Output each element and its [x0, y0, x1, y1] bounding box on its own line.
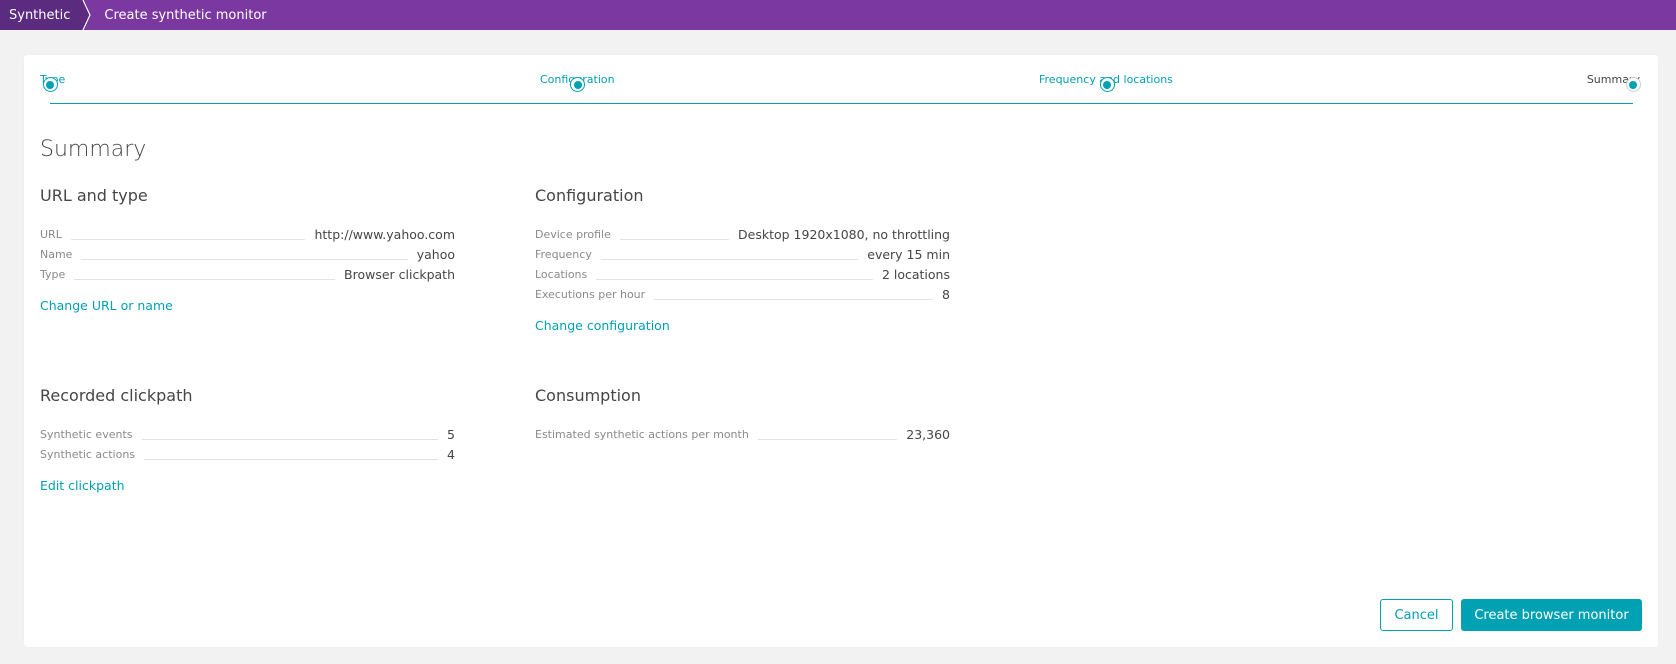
kv-leader-line	[81, 259, 408, 260]
kv-label: Executions per hour	[535, 288, 646, 301]
kv-value: 4	[447, 447, 455, 462]
step-dot-type[interactable]	[42, 77, 58, 92]
section-title: Consumption	[535, 386, 641, 405]
top-navigation-bar: Synthetic Create synthetic monitor	[0, 0, 1676, 30]
kv-leader-line	[141, 439, 439, 440]
kv-label: Type	[40, 268, 66, 281]
step-dot-fill	[1629, 80, 1637, 89]
kv-label: Name	[40, 248, 73, 261]
kv-row-device-profile: Device profile Desktop 1920x1080, no thr…	[535, 225, 950, 245]
kv-value: 23,360	[906, 427, 950, 442]
kv-row-synthetic-actions: Synthetic actions 4	[40, 445, 455, 465]
kv-row-locations: Locations 2 locations	[535, 265, 950, 285]
breadcrumb-synthetic[interactable]: Synthetic	[0, 0, 92, 30]
kv-value: every 15 min	[867, 247, 950, 262]
cancel-button[interactable]: Cancel	[1380, 599, 1453, 631]
kv-value: Browser clickpath	[344, 267, 455, 282]
kv-leader-line	[757, 439, 898, 440]
kv-leader-line	[600, 259, 859, 260]
kv-label: Synthetic actions	[40, 448, 136, 461]
breadcrumb-chevron-icon	[77, 0, 92, 30]
kv-label: Synthetic events	[40, 428, 133, 441]
kv-row-synthetic-events: Synthetic events 5	[40, 425, 455, 445]
kv-row-url: URL http://www.yahoo.com	[40, 225, 455, 245]
kv-row-type: Type Browser clickpath	[40, 265, 455, 285]
kv-row-executions-per-hour: Executions per hour 8	[535, 285, 950, 305]
step-dot-frequency-locations[interactable]	[1099, 77, 1115, 92]
kv-label: URL	[40, 228, 62, 241]
kv-leader-line	[70, 239, 306, 240]
kv-leader-line	[654, 299, 934, 300]
kv-value: http://www.yahoo.com	[314, 227, 455, 242]
kv-leader-line	[144, 459, 439, 460]
kv-row-frequency: Frequency every 15 min	[535, 245, 950, 265]
breadcrumb-current-page: Create synthetic monitor	[104, 7, 267, 23]
kv-label: Device profile	[535, 228, 611, 241]
breadcrumb-root-label: Synthetic	[9, 7, 71, 23]
section-configuration: Configuration Device profile Desktop 192…	[535, 186, 950, 334]
kv-value: Desktop 1920x1080, no throttling	[738, 227, 950, 242]
kv-leader-line	[619, 239, 730, 240]
stepper-progress-line	[50, 102, 1633, 104]
step-dot-configuration[interactable]	[570, 77, 585, 92]
kv-leader-line	[74, 279, 336, 280]
step-dot-summary	[1625, 77, 1641, 92]
step-dot-fill	[573, 80, 582, 89]
kv-row-estimated-actions-per-month: Estimated synthetic actions per month 23…	[535, 425, 950, 445]
section-title: Configuration	[535, 186, 644, 205]
kv-value: 2 locations	[881, 267, 950, 282]
change-url-or-name-link[interactable]: Change URL or name	[40, 298, 173, 313]
kv-value: 5	[447, 427, 455, 442]
kv-value: 8	[942, 287, 950, 302]
kv-label: Locations	[535, 268, 588, 281]
step-dot-fill	[46, 80, 54, 89]
page-title: Summary	[40, 137, 147, 162]
create-browser-monitor-button[interactable]: Create browser monitor	[1461, 599, 1642, 631]
kv-label: Frequency	[535, 248, 592, 261]
kv-row-name: Name yahoo	[40, 245, 455, 265]
kv-value: yahoo	[416, 247, 455, 262]
kv-leader-line	[596, 279, 873, 280]
change-configuration-link[interactable]: Change configuration	[535, 318, 670, 333]
step-dot-fill	[1103, 80, 1111, 89]
wizard-stepper: Type Configuration Frequency and locatio…	[24, 55, 1658, 125]
section-title: URL and type	[40, 186, 148, 205]
edit-clickpath-link[interactable]: Edit clickpath	[40, 478, 125, 493]
section-recorded-clickpath: Recorded clickpath Synthetic events 5 Sy…	[40, 386, 455, 494]
section-consumption: Consumption Estimated synthetic actions …	[535, 386, 950, 445]
section-url-type: URL and type URL http://www.yahoo.com Na…	[40, 186, 455, 314]
wizard-card: Type Configuration Frequency and locatio…	[24, 55, 1658, 647]
section-title: Recorded clickpath	[40, 386, 193, 405]
kv-label: Estimated synthetic actions per month	[535, 428, 749, 441]
